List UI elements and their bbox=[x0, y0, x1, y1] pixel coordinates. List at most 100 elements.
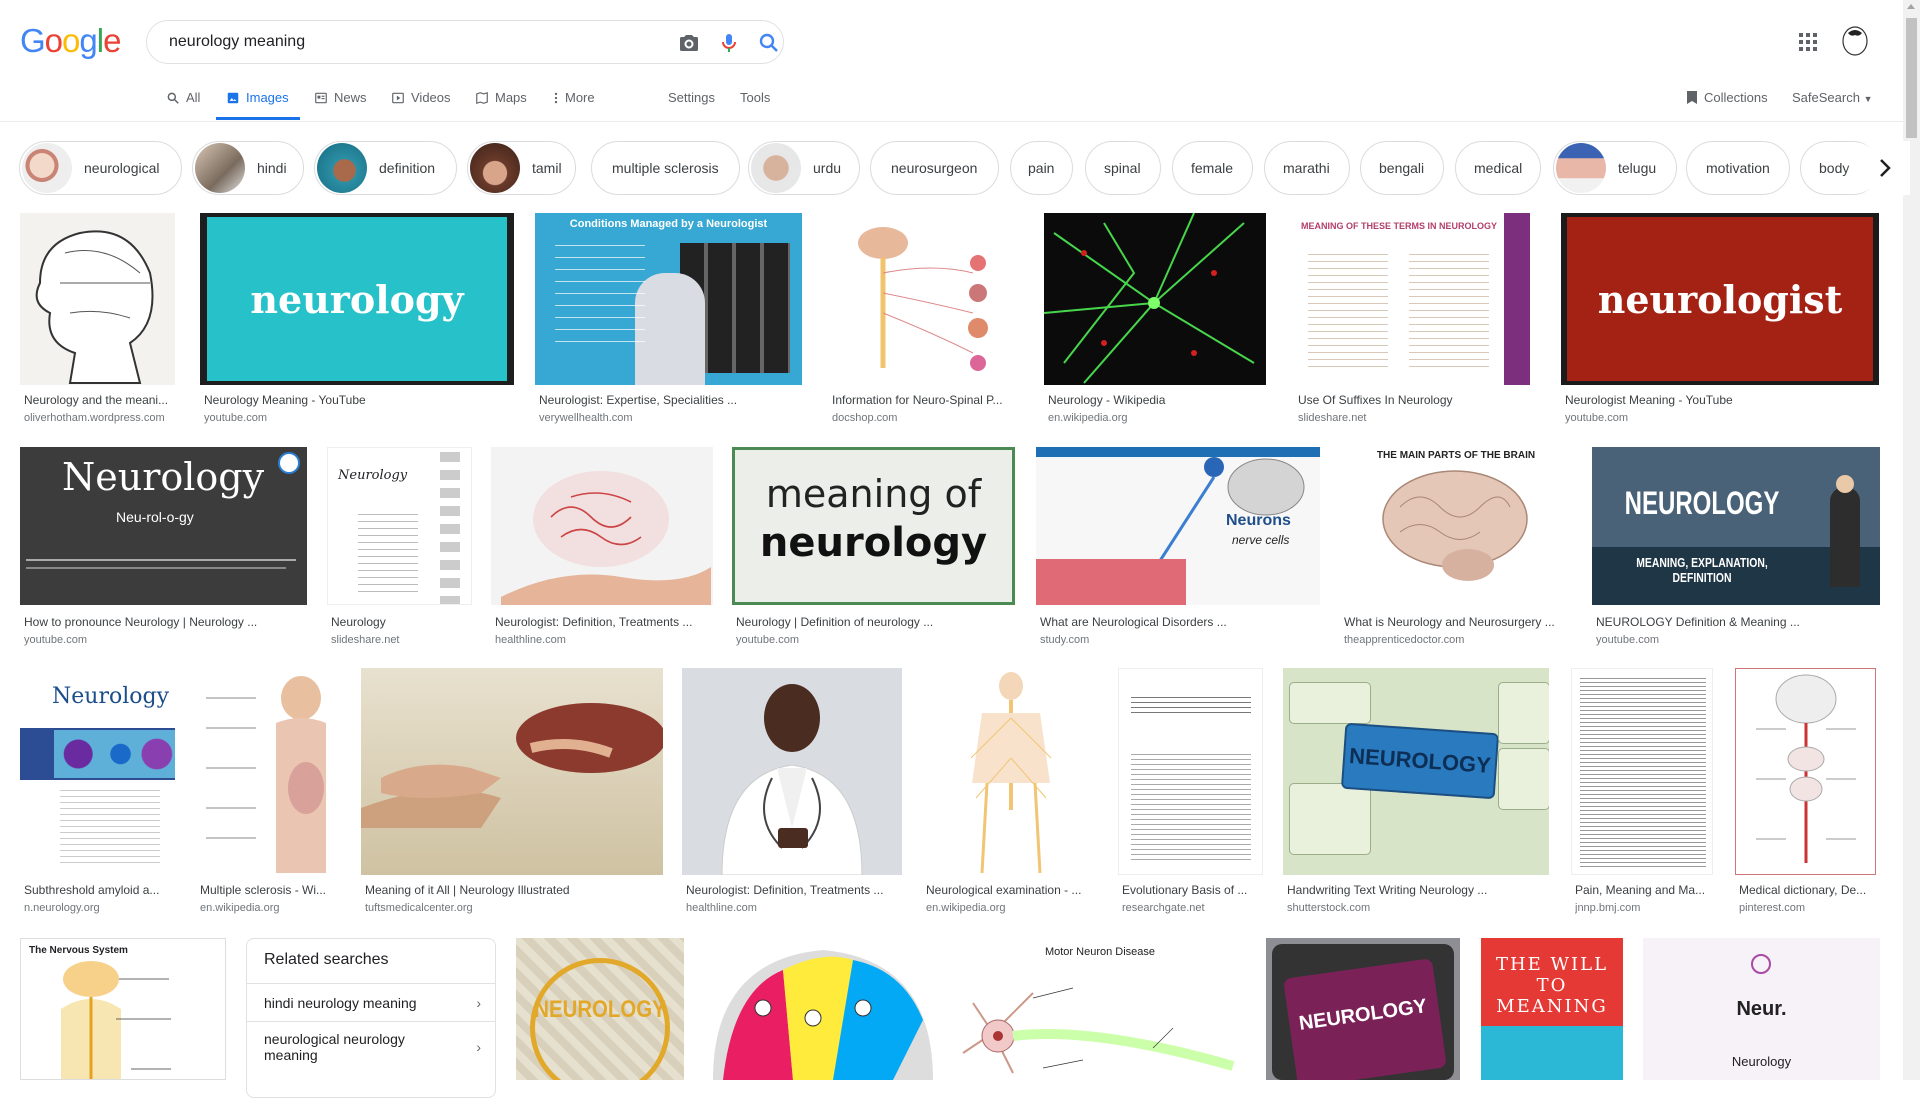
chip-marathi[interactable]: marathi bbox=[1264, 141, 1350, 195]
chip-neurosurgeon[interactable]: neurosurgeon bbox=[870, 141, 999, 195]
result-title: Neurology | Definition of neurology ... bbox=[736, 615, 934, 629]
related-search-item[interactable]: neurological neurology meaning › bbox=[247, 1021, 495, 1073]
result-image bbox=[1735, 668, 1876, 875]
chip-telugu[interactable]: telugu bbox=[1553, 141, 1677, 195]
safesearch-button[interactable]: SafeSearch ▼ bbox=[1792, 90, 1872, 105]
chip-neurological[interactable]: neurological bbox=[19, 141, 182, 195]
image-result[interactable]: Neurologist: Definition, Treatments ... … bbox=[491, 447, 716, 652]
image-result[interactable]: Pain, Meaning and Ma... jnnp.bmj.com bbox=[1571, 668, 1715, 918]
image-result[interactable]: neurology Neurology Meaning - YouTube yo… bbox=[200, 213, 516, 424]
image-result[interactable]: NEUROLOGY Handwriting Text Writing Neuro… bbox=[1283, 668, 1551, 918]
thumbnail-subtext: Neu-rol-o-gy bbox=[116, 509, 194, 525]
image-result[interactable]: meaning of neurology Neurology | Definit… bbox=[732, 447, 1017, 652]
logo-letter: e bbox=[103, 22, 121, 59]
avatar[interactable] bbox=[1840, 25, 1870, 57]
image-result[interactable]: Neurological examination - ... en.wikipe… bbox=[922, 668, 1102, 918]
thumbnail-text: NEUROLOGY bbox=[1340, 722, 1500, 800]
image-result[interactable]: Neurologist: Definition, Treatments ... … bbox=[682, 668, 904, 918]
image-result[interactable]: Neurology and the meani... oliverhotham.… bbox=[20, 213, 180, 424]
tab-all[interactable]: All bbox=[166, 90, 200, 120]
chip-female[interactable]: female bbox=[1172, 141, 1253, 195]
related-search-label: neurological neurology meaning bbox=[264, 1031, 405, 1063]
scroll-up-arrow-icon[interactable] bbox=[1907, 4, 1915, 9]
image-result[interactable]: Meaning of it All | Neurology Illustrate… bbox=[361, 668, 663, 918]
tab-news[interactable]: News bbox=[314, 90, 367, 120]
apps-grid-icon[interactable] bbox=[1796, 30, 1820, 54]
search-box[interactable] bbox=[146, 20, 784, 64]
image-result[interactable]: Medical dictionary, De... pinterest.com bbox=[1735, 668, 1880, 918]
chip-pain[interactable]: pain bbox=[1010, 141, 1073, 195]
chip-tamil[interactable]: tamil bbox=[467, 141, 576, 195]
image-result[interactable]: NEUROLOGY MEANING, EXPLANATION, DEFINITI… bbox=[1592, 447, 1880, 652]
image-result[interactable]: Conditions Managed by a Neurologist Neur… bbox=[535, 213, 807, 424]
tab-maps[interactable]: Maps bbox=[475, 90, 527, 120]
result-image bbox=[1571, 668, 1713, 875]
thumbnail-subtext: Neurology bbox=[1731, 1054, 1792, 1069]
chip-label: marathi bbox=[1283, 160, 1330, 176]
chip-definition[interactable]: definition bbox=[314, 141, 457, 195]
chip-spinal[interactable]: spinal bbox=[1085, 141, 1161, 195]
tab-images[interactable]: Images bbox=[226, 90, 289, 120]
image-result[interactable]: Motor Neuron Disease bbox=[953, 938, 1247, 1080]
image-result[interactable]: MEANING OF THESE TERMS IN NEUROLOGY Use … bbox=[1294, 213, 1534, 424]
image-result[interactable]: Neur. Neurology bbox=[1643, 938, 1880, 1080]
image-result[interactable]: THE MAIN PARTS OF THE BRAIN What is Neur… bbox=[1340, 447, 1576, 652]
image-result[interactable]: NEUROLOGY bbox=[1266, 938, 1460, 1080]
image-result[interactable]: The Nervous System bbox=[20, 938, 226, 1080]
chip-urdu[interactable]: urdu bbox=[748, 141, 860, 195]
thumbnail-text: Motor Neuron Disease bbox=[1044, 946, 1156, 958]
result-image: The Nervous System bbox=[20, 938, 226, 1080]
image-result[interactable]: Neurology - Wikipedia en.wikipedia.org bbox=[1044, 213, 1269, 424]
image-result[interactable]: Neurology Neurology slideshare.net bbox=[327, 447, 472, 652]
image-result[interactable]: Information for Neuro-Spinal P... docsho… bbox=[828, 213, 1028, 424]
collections-button[interactable]: Collections bbox=[1686, 90, 1768, 105]
scrollbar-thumb[interactable] bbox=[1906, 18, 1917, 138]
image-result[interactable]: Multiple sclerosis - Wi... en.wikipedia.… bbox=[196, 668, 341, 918]
image-result[interactable]: THE WILL TO MEANING bbox=[1481, 938, 1623, 1080]
chip-motivation[interactable]: motivation bbox=[1686, 141, 1790, 195]
search-icon bbox=[167, 92, 179, 104]
thumbnail-text: Neurology bbox=[52, 684, 169, 709]
thumbnail-text: THE WILL TO MEANING bbox=[1495, 954, 1609, 1017]
chips-next-button[interactable] bbox=[1860, 141, 1910, 195]
chip-label: multiple sclerosis bbox=[612, 160, 719, 176]
image-result[interactable]: neurologist Neurologist Meaning - YouTub… bbox=[1561, 213, 1879, 424]
result-title: Subthreshold amyloid a... bbox=[24, 883, 160, 897]
thumbnail-text: Neurology bbox=[338, 468, 408, 483]
result-source: verywellhealth.com bbox=[539, 412, 633, 424]
camera-icon[interactable] bbox=[677, 31, 701, 55]
image-result[interactable]: Evolutionary Basis of ... researchgate.n… bbox=[1118, 668, 1266, 918]
chip-label: urdu bbox=[813, 160, 842, 176]
chip-bengali[interactable]: bengali bbox=[1360, 141, 1444, 195]
tab-videos[interactable]: Videos bbox=[391, 90, 451, 120]
result-source: pinterest.com bbox=[1739, 902, 1806, 914]
tab-tools[interactable]: Tools bbox=[740, 90, 770, 120]
safesearch-label: SafeSearch bbox=[1792, 90, 1860, 105]
chip-medical[interactable]: medical bbox=[1455, 141, 1541, 195]
mic-icon[interactable] bbox=[717, 31, 741, 55]
image-result[interactable]: Neurons nerve cells What are Neurologica… bbox=[1036, 447, 1322, 652]
result-source: youtube.com bbox=[24, 634, 87, 646]
chevron-right-icon: › bbox=[476, 1039, 481, 1055]
result-source: tuftsmedicalcenter.org bbox=[365, 902, 473, 914]
result-image: meaning of neurology bbox=[732, 447, 1015, 605]
result-image bbox=[20, 213, 175, 385]
tab-settings[interactable]: Settings bbox=[668, 90, 715, 120]
tab-more[interactable]: More bbox=[553, 90, 595, 120]
search-icon[interactable] bbox=[757, 31, 781, 55]
active-tab-indicator bbox=[216, 117, 300, 120]
image-result[interactable]: NEUROLOGY bbox=[516, 938, 684, 1080]
chip-hindi[interactable]: hindi bbox=[192, 141, 304, 195]
logo-letter: o bbox=[62, 22, 80, 59]
image-result[interactable]: Neurology Subthreshold amyloid a... n.ne… bbox=[20, 668, 180, 918]
related-search-item[interactable]: hindi neurology meaning › bbox=[247, 983, 495, 1021]
search-input[interactable] bbox=[167, 32, 651, 52]
chip-label: neurological bbox=[84, 160, 160, 176]
result-title: How to pronounce Neurology | Neurology .… bbox=[24, 615, 258, 629]
image-result[interactable] bbox=[703, 938, 933, 1080]
result-image bbox=[361, 668, 663, 875]
chip-thumbnail bbox=[317, 143, 367, 193]
image-result[interactable]: Neurology Neu-rol-o-gy How to pronounce … bbox=[20, 447, 310, 652]
google-logo[interactable]: Google bbox=[20, 22, 121, 60]
chip-multiple-sclerosis[interactable]: multiple sclerosis bbox=[591, 141, 740, 195]
